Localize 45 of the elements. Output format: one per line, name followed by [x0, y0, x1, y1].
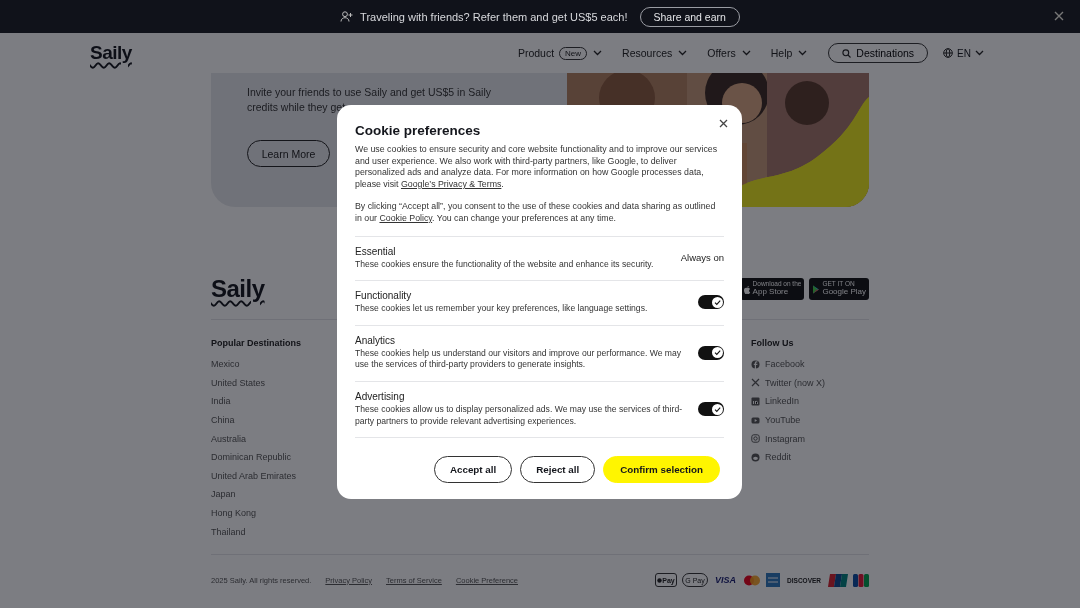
badge-label: Google Play — [822, 288, 866, 297]
category-description: These cookies let us remember your key preferences, like language settings. — [355, 303, 649, 315]
badge-label: App Store — [752, 288, 790, 297]
nav-menu-item[interactable]: Resources — [622, 47, 688, 59]
saily-logo[interactable]: Saily — [211, 275, 265, 303]
footer-link[interactable]: Thailand — [211, 522, 329, 541]
footer-link[interactable]: LinkedIn — [751, 392, 869, 411]
nav-menu-item[interactable]: Help — [770, 47, 808, 59]
language-selector[interactable]: EN — [943, 47, 984, 59]
destinations-button[interactable]: Destinations — [828, 43, 929, 63]
footer-link[interactable]: Instagram — [751, 429, 869, 448]
footer-link[interactable]: Hong Kong — [211, 503, 329, 523]
footer-link[interactable]: Japan — [211, 485, 329, 504]
footer-link[interactable]: YouTube — [751, 410, 869, 430]
dialog-title: Cookie preferences — [355, 123, 482, 138]
category-name: Functionality — [355, 290, 413, 302]
saily-logo[interactable]: Saily — [90, 42, 132, 64]
category-name: Essential — [355, 245, 397, 257]
dialog-button[interactable]: Accept all — [433, 456, 513, 484]
nav-menu-item[interactable]: Offers — [707, 47, 751, 59]
footer-link[interactable]: Dominican Republic — [211, 447, 329, 467]
category-description: These cookies help us understand our visitors and improve our performance. We may use the services of third-party providers to generate insights. — [355, 347, 683, 371]
confirm-button[interactable]: Confirm selection — [603, 456, 720, 484]
always-on-label: Always on — [680, 252, 724, 264]
column-heading: Follow Us — [751, 338, 795, 348]
dialog-paragraph: By clicking “Accept all”, you consent to the use of these cookies and data sharing as outlined in our Cookie Policy. You can change your preferences at any time. — [355, 201, 717, 225]
footer-link[interactable]: United Arab Emirates — [211, 466, 329, 486]
category-description: These cookies allow us to display personalized ads. We may use the services of third-party partners to provide relevant advertising experiences. — [355, 403, 684, 428]
footer-link[interactable]: Mexico — [211, 355, 329, 374]
footer-link[interactable]: Facebook — [751, 355, 869, 374]
category-name: Analytics — [355, 334, 396, 346]
column-heading: Popular Destinations — [211, 338, 302, 348]
visa-logo: VISA — [714, 574, 738, 587]
footer-link[interactable]: China — [211, 410, 329, 430]
footer-link[interactable]: United States — [211, 373, 329, 393]
footer-link[interactable]: Reddit — [751, 447, 869, 467]
category-description: These cookies ensure the functionality of the website and enhance its security. — [355, 258, 655, 271]
footer-link[interactable]: India — [211, 392, 329, 411]
dialog-paragraph: We use cookies to ensure security and core website functionality and to improve our services and user experience. We also work with third-party partners, like Google, to deliver personalized ads and analyze data. For more information on how Google processes data, please visit Google’s Privacy & Terms. — [355, 144, 719, 191]
banner-text: Traveling with friends? Refer them and get US$5 each! — [360, 10, 628, 23]
dialog-button[interactable]: Reject all — [520, 456, 596, 484]
category-name: Advertising — [355, 390, 406, 402]
footer-link[interactable]: Twitter (now X) — [751, 373, 869, 393]
footer-link[interactable]: Australia — [211, 429, 329, 448]
nav-menu-item[interactable]: Product New — [517, 46, 603, 60]
